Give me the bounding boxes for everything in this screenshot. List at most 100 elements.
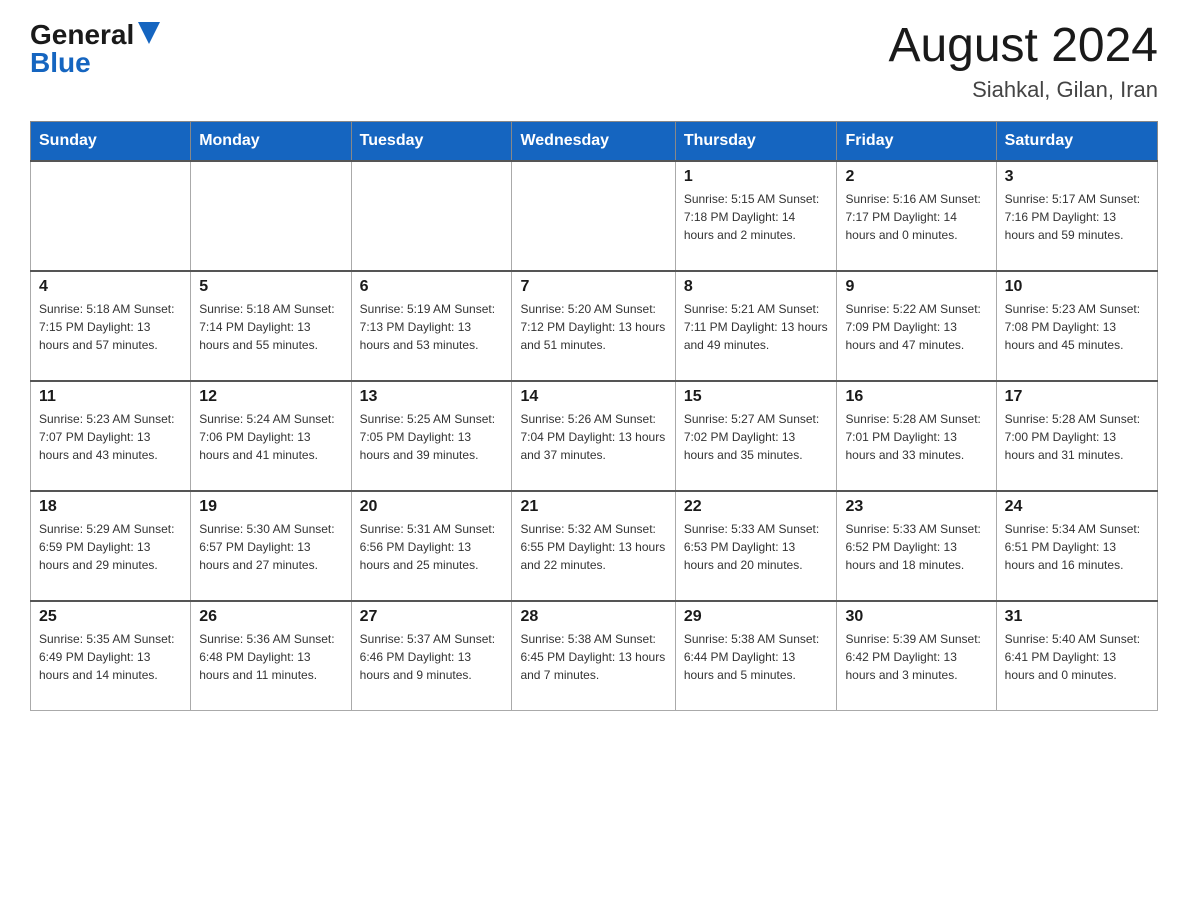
- day-number: 26: [199, 608, 342, 626]
- day-number: 15: [684, 388, 829, 406]
- day-info: Sunrise: 5:40 AM Sunset: 6:41 PM Dayligh…: [1005, 630, 1149, 684]
- col-sunday: Sunday: [31, 121, 191, 161]
- day-number: 7: [520, 278, 666, 296]
- day-number: 3: [1005, 168, 1149, 186]
- day-number: 31: [1005, 608, 1149, 626]
- table-row: 28Sunrise: 5:38 AM Sunset: 6:45 PM Dayli…: [512, 601, 675, 711]
- table-row: 8 Sunrise: 5:21 AM Sunset: 7:11 PM Daylig…: [675, 271, 837, 381]
- table-row: [31, 161, 191, 271]
- table-row: 31 Sunrise: 5:40 AM Sunset: 6:41 PM Dayli…: [996, 601, 1157, 711]
- table-row: 22 Sunrise: 5:33 AM Sunset: 6:53 PM Dayli…: [675, 491, 837, 601]
- table-row: [351, 161, 512, 271]
- table-row: 25Sunrise: 5:35 AM Sunset: 6:49 PM Dayli…: [31, 601, 191, 711]
- logo-triangle-icon: [138, 22, 160, 44]
- calendar-week-row: 25Sunrise: 5:35 AM Sunset: 6:49 PM Dayli…: [31, 601, 1158, 711]
- day-number: 1: [684, 168, 829, 186]
- day-info: Sunrise: 5:20 AM Sunset: 7:12 PM Dayligh…: [520, 300, 666, 354]
- calendar-week-row: 18 Sunrise: 5:29 AM Sunset: 6:59 PM Dayli…: [31, 491, 1158, 601]
- day-info: Sunrise: 5:24 AM Sunset: 7:06 PM Dayligh…: [199, 410, 342, 464]
- col-tuesday: Tuesday: [351, 121, 512, 161]
- day-info: Sunrise: 5:22 AM Sunset: 7:09 PM Dayligh…: [845, 300, 987, 354]
- day-number: 5: [199, 278, 342, 296]
- day-number: 24: [1005, 498, 1149, 516]
- table-row: 10 Sunrise: 5:23 AM Sunset: 7:08 PM Dayli…: [996, 271, 1157, 381]
- day-info: Sunrise: 5:29 AM Sunset: 6:59 PM Dayligh…: [39, 520, 182, 574]
- month-year-title: August 2024: [888, 20, 1158, 73]
- day-number: 8: [684, 278, 829, 296]
- logo: General Blue: [30, 20, 160, 77]
- table-row: 26 Sunrise: 5:36 AM Sunset: 6:48 PM Dayli…: [191, 601, 351, 711]
- day-info: Sunrise: 5:18 AM Sunset: 7:15 PM Dayligh…: [39, 300, 182, 354]
- day-info: Sunrise: 5:25 AM Sunset: 7:05 PM Dayligh…: [360, 410, 504, 464]
- table-row: 14 Sunrise: 5:26 AM Sunset: 7:04 PM Dayli…: [512, 381, 675, 491]
- day-number: 27: [360, 608, 504, 626]
- table-row: 5 Sunrise: 5:18 AM Sunset: 7:14 PM Daylig…: [191, 271, 351, 381]
- table-row: 27 Sunrise: 5:37 AM Sunset: 6:46 PM Dayli…: [351, 601, 512, 711]
- day-info: Sunrise: 5:18 AM Sunset: 7:14 PM Dayligh…: [199, 300, 342, 354]
- day-info: Sunrise: 5:21 AM Sunset: 7:11 PM Dayligh…: [684, 300, 829, 354]
- day-number: 22: [684, 498, 829, 516]
- day-info: Sunrise: 5:32 AM Sunset: 6:55 PM Dayligh…: [520, 520, 666, 574]
- calendar-header-row: Sunday Monday Tuesday Wednesday Thursday…: [31, 121, 1158, 161]
- day-number: 2: [845, 168, 987, 186]
- location-subtitle: Siahkal, Gilan, Iran: [888, 77, 1158, 103]
- table-row: 23 Sunrise: 5:33 AM Sunset: 6:52 PM Dayli…: [837, 491, 996, 601]
- day-number: 4: [39, 278, 182, 296]
- table-row: 3Sunrise: 5:17 AM Sunset: 7:16 PM Daylig…: [996, 161, 1157, 271]
- day-number: 10: [1005, 278, 1149, 296]
- col-wednesday: Wednesday: [512, 121, 675, 161]
- day-info: Sunrise: 5:36 AM Sunset: 6:48 PM Dayligh…: [199, 630, 342, 684]
- day-info: Sunrise: 5:34 AM Sunset: 6:51 PM Dayligh…: [1005, 520, 1149, 574]
- table-row: 16 Sunrise: 5:28 AM Sunset: 7:01 PM Dayli…: [837, 381, 996, 491]
- day-number: 17: [1005, 388, 1149, 406]
- table-row: 15Sunrise: 5:27 AM Sunset: 7:02 PM Dayli…: [675, 381, 837, 491]
- calendar-week-row: 4 Sunrise: 5:18 AM Sunset: 7:15 PM Daylig…: [31, 271, 1158, 381]
- table-row: 2 Sunrise: 5:16 AM Sunset: 7:17 PM Daylig…: [837, 161, 996, 271]
- table-row: 24 Sunrise: 5:34 AM Sunset: 6:51 PM Dayli…: [996, 491, 1157, 601]
- day-number: 16: [845, 388, 987, 406]
- day-number: 11: [39, 388, 182, 406]
- col-monday: Monday: [191, 121, 351, 161]
- day-number: 21: [520, 498, 666, 516]
- calendar-table: Sunday Monday Tuesday Wednesday Thursday…: [30, 121, 1158, 712]
- table-row: [512, 161, 675, 271]
- table-row: 21 Sunrise: 5:32 AM Sunset: 6:55 PM Dayli…: [512, 491, 675, 601]
- table-row: 18 Sunrise: 5:29 AM Sunset: 6:59 PM Dayli…: [31, 491, 191, 601]
- day-info: Sunrise: 5:28 AM Sunset: 7:00 PM Dayligh…: [1005, 410, 1149, 464]
- day-number: 12: [199, 388, 342, 406]
- table-row: 7 Sunrise: 5:20 AM Sunset: 7:12 PM Daylig…: [512, 271, 675, 381]
- table-row: 4 Sunrise: 5:18 AM Sunset: 7:15 PM Daylig…: [31, 271, 191, 381]
- day-info: Sunrise: 5:23 AM Sunset: 7:07 PM Dayligh…: [39, 410, 182, 464]
- day-number: 6: [360, 278, 504, 296]
- day-info: Sunrise: 5:30 AM Sunset: 6:57 PM Dayligh…: [199, 520, 342, 574]
- day-number: 23: [845, 498, 987, 516]
- day-info: Sunrise: 5:23 AM Sunset: 7:08 PM Dayligh…: [1005, 300, 1149, 354]
- day-info: Sunrise: 5:15 AM Sunset: 7:18 PM Dayligh…: [684, 190, 829, 244]
- day-info: Sunrise: 5:33 AM Sunset: 6:52 PM Dayligh…: [845, 520, 987, 574]
- table-row: 11 Sunrise: 5:23 AM Sunset: 7:07 PM Dayli…: [31, 381, 191, 491]
- table-row: 30Sunrise: 5:39 AM Sunset: 6:42 PM Dayli…: [837, 601, 996, 711]
- day-number: 18: [39, 498, 182, 516]
- day-number: 20: [360, 498, 504, 516]
- day-info: Sunrise: 5:26 AM Sunset: 7:04 PM Dayligh…: [520, 410, 666, 464]
- page-header: General Blue August 2024 Siahkal, Gilan,…: [30, 20, 1158, 103]
- day-number: 13: [360, 388, 504, 406]
- day-info: Sunrise: 5:38 AM Sunset: 6:44 PM Dayligh…: [684, 630, 829, 684]
- day-number: 14: [520, 388, 666, 406]
- table-row: 20Sunrise: 5:31 AM Sunset: 6:56 PM Dayli…: [351, 491, 512, 601]
- day-number: 25: [39, 608, 182, 626]
- calendar-week-row: 1 Sunrise: 5:15 AM Sunset: 7:18 PM Daylig…: [31, 161, 1158, 271]
- table-row: 19Sunrise: 5:30 AM Sunset: 6:57 PM Dayli…: [191, 491, 351, 601]
- day-info: Sunrise: 5:28 AM Sunset: 7:01 PM Dayligh…: [845, 410, 987, 464]
- day-info: Sunrise: 5:37 AM Sunset: 6:46 PM Dayligh…: [360, 630, 504, 684]
- table-row: 1 Sunrise: 5:15 AM Sunset: 7:18 PM Daylig…: [675, 161, 837, 271]
- col-saturday: Saturday: [996, 121, 1157, 161]
- table-row: 29Sunrise: 5:38 AM Sunset: 6:44 PM Dayli…: [675, 601, 837, 711]
- table-row: [191, 161, 351, 271]
- day-info: Sunrise: 5:16 AM Sunset: 7:17 PM Dayligh…: [845, 190, 987, 244]
- day-info: Sunrise: 5:33 AM Sunset: 6:53 PM Dayligh…: [684, 520, 829, 574]
- day-number: 28: [520, 608, 666, 626]
- day-number: 30: [845, 608, 987, 626]
- col-friday: Friday: [837, 121, 996, 161]
- table-row: 13 Sunrise: 5:25 AM Sunset: 7:05 PM Dayli…: [351, 381, 512, 491]
